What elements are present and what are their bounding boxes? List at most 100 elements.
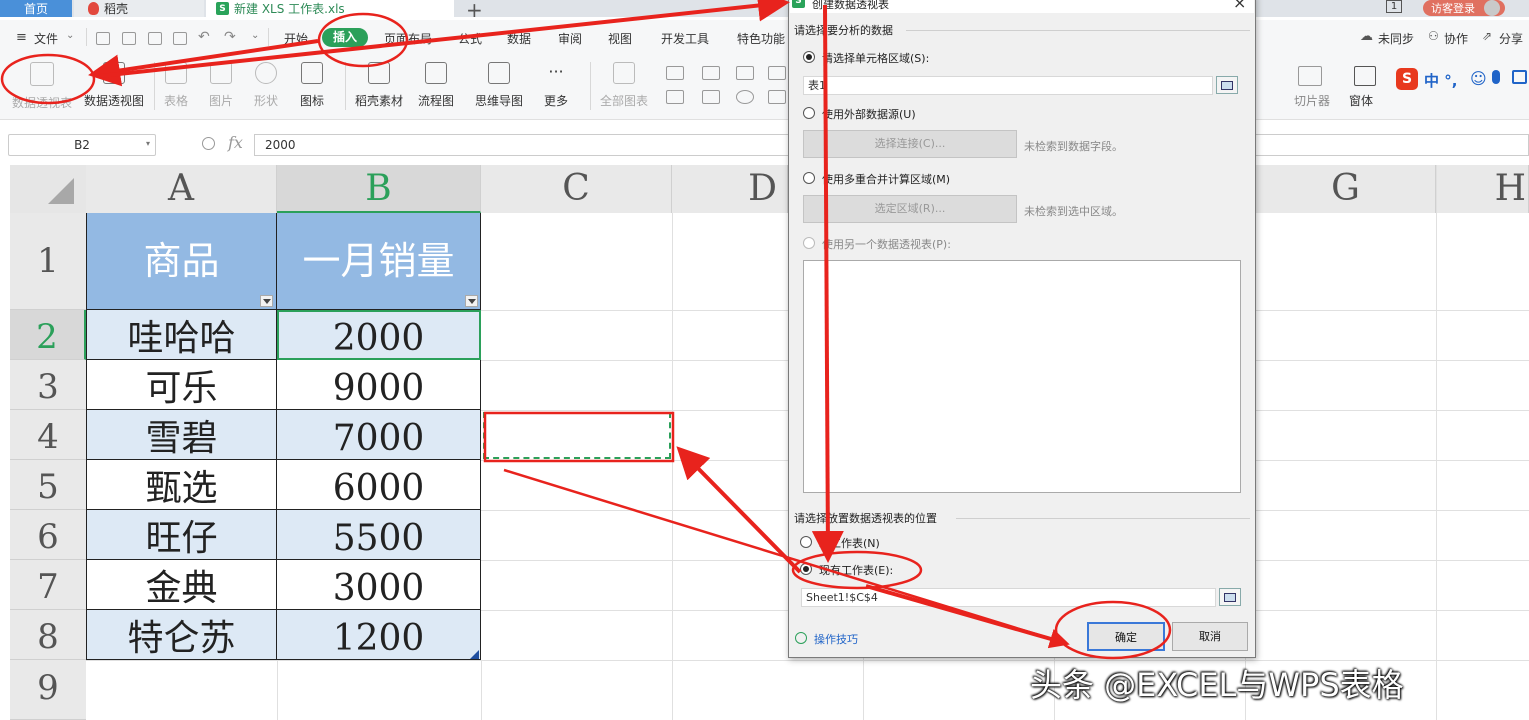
close-icon[interactable]: × xyxy=(1233,0,1246,12)
line-chart-icon[interactable] xyxy=(736,66,754,80)
menu-start[interactable]: 开始 xyxy=(284,30,308,47)
radio-consolidate[interactable] xyxy=(803,172,815,184)
cancel-button[interactable]: 取消 xyxy=(1172,622,1248,651)
picture-button[interactable]: 图片 xyxy=(209,62,233,109)
print-icon[interactable] xyxy=(148,32,162,45)
export-icon[interactable] xyxy=(122,32,136,45)
column-header-a[interactable]: A xyxy=(86,165,277,213)
row-header-7[interactable]: 7 xyxy=(10,560,86,610)
tab-daoke[interactable]: 稻壳 xyxy=(74,0,204,17)
zoom-icon[interactable] xyxy=(202,137,215,150)
stock-chart-icon[interactable] xyxy=(702,90,720,104)
share-button[interactable]: 分享 xyxy=(1499,30,1523,47)
cell-a1[interactable]: 商品 xyxy=(86,213,277,310)
scatter-chart-icon[interactable] xyxy=(768,90,786,104)
row-header-4[interactable]: 4 xyxy=(10,410,86,460)
cell-b5[interactable]: 6000 xyxy=(277,460,481,510)
filter-dropdown-icon[interactable] xyxy=(260,295,273,307)
avatar[interactable] xyxy=(1484,0,1500,16)
pivot-table-listbox[interactable] xyxy=(803,260,1241,493)
cell-a2[interactable]: 哇哈哈 xyxy=(86,310,277,360)
area-chart-icon[interactable] xyxy=(666,90,684,104)
radio-another-pivot-label[interactable]: 使用另一个数据透视表(P): xyxy=(822,236,951,252)
row-header-8[interactable]: 8 xyxy=(10,610,86,660)
range-picker-button[interactable] xyxy=(1216,76,1238,94)
radio-consolidate-label[interactable]: 使用多重合并计算区域(M) xyxy=(822,171,950,187)
radio-existing-sheet[interactable] xyxy=(800,563,812,575)
print-preview-icon[interactable] xyxy=(173,32,187,45)
select-region-button[interactable]: 选定区域(R)... xyxy=(803,195,1017,223)
cell-b8[interactable]: 1200 xyxy=(277,610,481,660)
row-header-5[interactable]: 5 xyxy=(10,460,86,510)
mindmap-button[interactable]: 思维导图 xyxy=(475,62,523,109)
column-header-d[interactable]: D xyxy=(672,165,788,213)
range-input[interactable]: 表1 xyxy=(803,76,1213,95)
save-icon[interactable] xyxy=(96,32,110,45)
daoke-material-button[interactable]: 稻壳素材 xyxy=(355,62,403,109)
form-icon[interactable] xyxy=(1354,66,1376,86)
cell-b7[interactable]: 3000 xyxy=(277,560,481,610)
share-icon[interactable]: ⇗ xyxy=(1482,29,1492,43)
formula-input-right[interactable] xyxy=(1240,134,1529,156)
chevron-down-icon[interactable]: ⌄ xyxy=(66,30,74,41)
select-connection-button[interactable]: 选择连接(C)... xyxy=(803,130,1017,158)
tab-home[interactable]: 首页 xyxy=(0,0,72,17)
column-chart-icon[interactable] xyxy=(666,66,684,80)
menu-insert[interactable]: 插入 xyxy=(322,28,368,47)
column-header-c[interactable]: C xyxy=(481,165,672,213)
slicer-icon[interactable] xyxy=(1298,66,1322,86)
window-count-badge[interactable]: 1 xyxy=(1386,0,1402,13)
flowchart-button[interactable]: 流程图 xyxy=(418,62,454,109)
row-header-1[interactable]: 1 xyxy=(10,213,86,310)
name-box-dropdown-icon[interactable]: ▾ xyxy=(146,139,150,148)
location-input[interactable]: Sheet1!$C$4 xyxy=(801,588,1216,607)
cell-b3[interactable]: 9000 xyxy=(277,360,481,410)
cloud-icon[interactable]: ☁ xyxy=(1360,29,1373,44)
table-button[interactable]: 表格 xyxy=(164,62,188,109)
menu-special[interactable]: 特色功能 xyxy=(737,30,785,47)
radar-chart-icon[interactable] xyxy=(768,66,786,80)
radio-existing-sheet-label[interactable]: 现有工作表(E): xyxy=(819,562,893,578)
row-header-3[interactable]: 3 xyxy=(10,360,86,410)
location-picker-button[interactable] xyxy=(1219,588,1241,606)
emoji-icon[interactable]: ☺ xyxy=(1470,69,1487,88)
formula-input[interactable]: 2000 xyxy=(254,134,814,156)
row-header-9[interactable]: 9 xyxy=(10,660,86,720)
ok-button[interactable]: 确定 xyxy=(1087,622,1165,651)
column-header-b[interactable]: B xyxy=(277,165,481,213)
radio-external-source-label[interactable]: 使用外部数据源(U) xyxy=(822,106,916,122)
radio-new-sheet[interactable] xyxy=(800,536,812,548)
radio-select-range[interactable] xyxy=(803,51,815,63)
row-header-2[interactable]: 2 xyxy=(10,310,86,360)
cell-a3[interactable]: 可乐 xyxy=(86,360,277,410)
sync-status[interactable]: 未同步 xyxy=(1378,30,1414,47)
shape-button[interactable]: 形状 xyxy=(254,62,278,109)
all-charts-button[interactable]: 全部图表 xyxy=(600,62,648,109)
menu-file[interactable]: 文件 xyxy=(34,30,58,47)
microphone-icon[interactable] xyxy=(1492,70,1500,84)
menu-developer[interactable]: 开发工具 xyxy=(661,30,709,47)
menu-formula[interactable]: 公式 xyxy=(458,30,482,47)
collaborate-button[interactable]: 协作 xyxy=(1444,30,1468,47)
cell-a4[interactable]: 雪碧 xyxy=(86,410,277,460)
cell-a7[interactable]: 金典 xyxy=(86,560,277,610)
radio-another-pivot[interactable] xyxy=(803,237,815,249)
more-button[interactable]: ··· 更多 xyxy=(544,62,568,109)
form-label[interactable]: 窗体 xyxy=(1349,92,1373,109)
tab-file[interactable]: S 新建 XLS 工作表.xls xyxy=(206,0,454,17)
new-tab-button[interactable]: + xyxy=(466,0,483,22)
radio-new-sheet-label[interactable]: 新工作表(N) xyxy=(819,535,880,551)
slicer-label[interactable]: 切片器 xyxy=(1294,92,1330,109)
cell-a8[interactable]: 特仑苏 xyxy=(86,610,277,660)
menu-page-layout[interactable]: 页面布局 xyxy=(384,30,432,47)
cell-c4-copy-marquee[interactable] xyxy=(483,412,671,459)
filter-dropdown-icon[interactable] xyxy=(465,295,478,307)
radio-select-range-label[interactable]: 请选择单元格区域(S): xyxy=(822,50,929,66)
column-header-h[interactable]: H xyxy=(1436,165,1529,213)
cell-a6[interactable]: 旺仔 xyxy=(86,510,277,560)
tips-icon[interactable] xyxy=(795,632,807,644)
bar-chart-icon[interactable] xyxy=(702,66,720,80)
quick-access-more-icon[interactable]: ⌄ xyxy=(251,30,259,41)
collaborate-icon[interactable]: ⚇ xyxy=(1428,29,1439,43)
tips-link[interactable]: 操作技巧 xyxy=(814,631,858,647)
